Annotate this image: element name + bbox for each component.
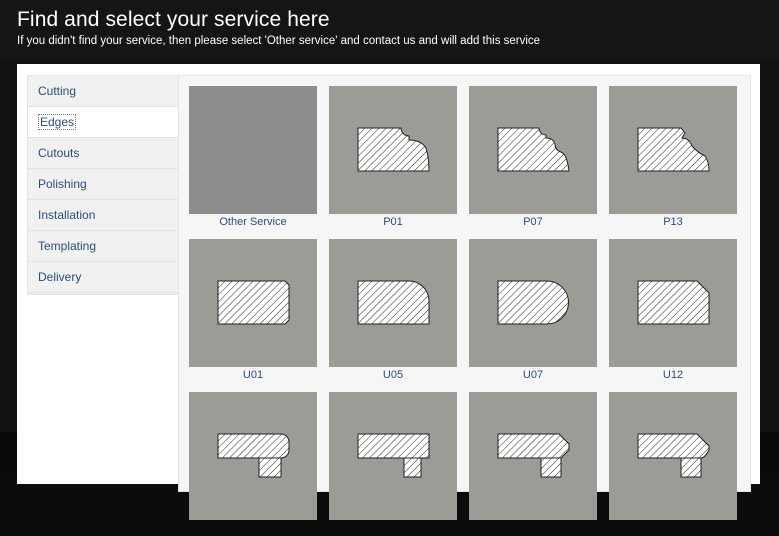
service-tile-u05[interactable]: U05 — [329, 239, 457, 383]
sidebar-item-label: Polishing — [38, 177, 87, 191]
u05-edge-profile-icon — [329, 239, 457, 367]
service-caption: P01 — [383, 216, 403, 228]
u01-edge-profile-icon — [189, 239, 317, 367]
page-header: Find and select your service here If you… — [17, 8, 540, 47]
p01-edge-profile-icon — [329, 86, 457, 214]
p13-edge-profile-icon — [609, 86, 737, 214]
service-caption: U12 — [662, 369, 684, 381]
service-caption — [469, 522, 597, 536]
other-service-icon — [189, 86, 317, 214]
service-tile-laminated-1[interactable] — [189, 392, 317, 536]
sidebar-item-label: Cutouts — [38, 146, 80, 160]
service-caption — [609, 522, 737, 536]
sidebar-item-label: Delivery — [38, 270, 82, 284]
service-tile-u07[interactable]: U07 — [469, 239, 597, 383]
page-title: Find and select your service here — [17, 8, 330, 31]
page-subtitle: If you didn't find your service, then pl… — [17, 35, 541, 47]
category-sidebar: Cutting Edges Cutouts Polishing Installa… — [27, 75, 179, 295]
service-tile-u01[interactable]: U01 — [189, 239, 317, 383]
service-caption: U01 — [242, 369, 264, 381]
laminated-edge-profile-icon — [469, 392, 597, 520]
sidebar-item-installation[interactable]: Installation — [28, 200, 179, 231]
sidebar-item-templating[interactable]: Templating — [28, 231, 179, 262]
service-caption: P07 — [523, 216, 543, 228]
laminated-edge-profile-icon — [189, 392, 317, 520]
service-caption — [189, 522, 317, 536]
service-caption — [329, 522, 457, 536]
service-tile-other[interactable]: Other Service — [189, 86, 317, 230]
sidebar-item-label: Templating — [38, 239, 97, 253]
p07-edge-profile-icon — [469, 86, 597, 214]
sidebar-item-cutouts[interactable]: Cutouts — [28, 138, 179, 169]
service-tile-p13[interactable]: P13 — [609, 86, 737, 230]
sidebar-item-cutting[interactable]: Cutting — [28, 76, 179, 107]
sidebar-item-label: Edges — [38, 114, 77, 130]
service-selector-panel: Cutting Edges Cutouts Polishing Installa… — [17, 64, 760, 520]
sidebar-item-label: Cutting — [38, 84, 77, 98]
u12-edge-profile-icon — [609, 239, 737, 367]
laminated-edge-profile-icon — [609, 392, 737, 520]
service-tile-laminated-2[interactable] — [329, 392, 457, 536]
service-tile-laminated-3[interactable] — [469, 392, 597, 536]
sidebar-item-label: Installation — [38, 208, 96, 222]
service-tile-p01[interactable]: P01 — [329, 86, 457, 230]
service-tile-laminated-4[interactable] — [609, 392, 737, 536]
service-tile-p07[interactable]: P07 — [469, 86, 597, 230]
service-tile-u12[interactable]: U12 — [609, 239, 737, 383]
u07-edge-profile-icon — [469, 239, 597, 367]
service-caption: Other Service — [219, 216, 287, 228]
sidebar-item-edges[interactable]: Edges — [28, 107, 179, 138]
service-caption: U05 — [382, 369, 404, 381]
sidebar-item-polishing[interactable]: Polishing — [28, 169, 179, 200]
laminated-edge-profile-icon — [329, 392, 457, 520]
service-grid: Other Service P01 P07 P13 U01 U05 U07 U1… — [178, 75, 751, 520]
service-caption: P13 — [663, 216, 683, 228]
sidebar-item-delivery[interactable]: Delivery — [28, 262, 179, 293]
service-caption: U07 — [522, 369, 544, 381]
